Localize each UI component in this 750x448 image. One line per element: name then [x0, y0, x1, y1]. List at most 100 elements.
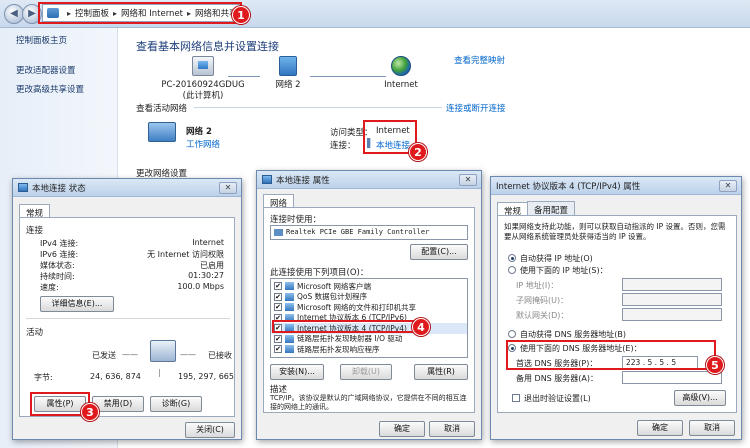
- configure-button[interactable]: 配置(C)...: [410, 244, 468, 260]
- ipv4-dialog-titlebar[interactable]: Internet 协议版本 4 (TCP/IPv4) 属性 ✕: [491, 177, 741, 195]
- description-text: TCP/IP。该协议是默认的广域网络协议，它提供在不同的相互连接的网络上的通讯。: [270, 394, 467, 411]
- network-name: 网络 2: [275, 80, 301, 90]
- list-item[interactable]: ✔ 链路层拓扑发现响应程序: [271, 344, 467, 355]
- radio-auto-dns[interactable]: [508, 330, 516, 338]
- properties-dialog-titlebar[interactable]: 本地连接 属性 ✕: [257, 171, 481, 189]
- list-item[interactable]: ✔ 链路层拓扑发现映射器 I/O 驱动: [271, 334, 467, 345]
- ipv6-value: 无 Internet 访问权限: [147, 250, 224, 259]
- validate-label: 退出时验证设置(L): [524, 394, 591, 403]
- details-button[interactable]: 详细信息(E)...: [40, 296, 114, 312]
- adapter-icon: [274, 228, 283, 236]
- ipv4-dialog-title: Internet 协议版本 4 (TCP/IPv4) 属性: [496, 181, 641, 192]
- ipv4-label: IPv4 连接:: [40, 239, 79, 248]
- close-icon[interactable]: ✕: [459, 174, 477, 186]
- divider: [26, 318, 230, 319]
- sent-line: ——: [122, 350, 138, 359]
- close-icon[interactable]: ✕: [219, 182, 237, 194]
- ipv4-intro-text: 如果网络支持此功能，则可以获取自动指派的 IP 设置。否则，您需要从网络系统管理…: [504, 222, 726, 241]
- media-state-label: 媒体状态:: [40, 261, 75, 270]
- active-network-name: 网络 2: [186, 127, 212, 137]
- checkbox-checked-icon[interactable]: ✔: [274, 292, 282, 301]
- properties-dialog-title: 本地连接 属性: [276, 175, 330, 186]
- ipv4-cancel-button[interactable]: 取消: [689, 420, 735, 436]
- network-bench-icon: [148, 122, 176, 142]
- checkbox-checked-icon[interactable]: ✔: [274, 303, 282, 312]
- checkbox-checked-icon[interactable]: ✔: [274, 282, 282, 291]
- list-item-label: Microsoft 网络的文件和打印机共享: [297, 302, 417, 312]
- status-dialog-titlebar[interactable]: 本地连接 状态 ✕: [13, 179, 241, 197]
- bytes-received-value: 195, 297, 665: [178, 372, 234, 381]
- subnet-mask-label: 子网掩码(U)：: [516, 296, 569, 305]
- disable-button[interactable]: 禁用(D): [92, 396, 144, 412]
- network-map: PC-20160924GDUG (此计算机) 网络 2 Internet: [118, 56, 750, 128]
- map-node-network[interactable]: 网络 2: [258, 56, 318, 91]
- item-properties-button[interactable]: 属性(R): [414, 364, 468, 380]
- duration-value: 01:30:27: [188, 271, 224, 280]
- list-item[interactable]: ✔ Microsoft 网络客户端: [271, 281, 467, 292]
- recv-line: ——: [180, 350, 196, 359]
- list-item-label: Microsoft 网络客户端: [297, 281, 372, 291]
- connection-group-label: 连接: [26, 226, 44, 236]
- list-item[interactable]: ✔ Microsoft 网络的文件和打印机共享: [271, 302, 467, 313]
- install-button[interactable]: 安装(N)...: [270, 364, 324, 380]
- status-close-button[interactable]: 关闭(C): [185, 422, 235, 438]
- checkbox-checked-icon[interactable]: ✔: [274, 345, 282, 354]
- callout-box-5: [506, 340, 716, 370]
- nav-change-advanced-sharing[interactable]: 更改高级共享设置: [16, 83, 117, 95]
- computer-icon: [192, 56, 214, 76]
- auto-dns-label: 自动获得 DNS 服务器地址(B): [520, 330, 627, 339]
- bytes-label: 字节:: [34, 373, 53, 382]
- map-link-line: [228, 76, 260, 77]
- callout-box-1: [38, 2, 242, 24]
- nav-control-panel-home[interactable]: 控制面板主页: [16, 34, 117, 46]
- diagnose-button[interactable]: 诊断(G): [150, 396, 202, 412]
- activity-divider: |: [158, 368, 161, 377]
- nav-change-adapter-settings[interactable]: 更改适配器设置: [16, 64, 117, 76]
- checkbox-checked-icon[interactable]: ✔: [274, 334, 282, 343]
- ipv4-dialog: Internet 协议版本 4 (TCP/IPv4) 属性 ✕ 常规 备用配置 …: [490, 176, 742, 440]
- status-dialog: 本地连接 状态 ✕ 常规 连接 IPv4 连接: Internet IPv6 连…: [12, 178, 242, 440]
- internet-label: Internet: [384, 80, 418, 90]
- advanced-button[interactable]: 高级(V)...: [674, 390, 726, 406]
- connect-using-label: 连接时使用：: [270, 215, 322, 225]
- ipv4-ok-button[interactable]: 确定: [637, 420, 683, 436]
- computer-sub: (此计算机): [182, 91, 224, 101]
- address-bar: ◀ ▶ ▸ 控制面板 ▸ 网络和 Internet ▸ 网络和共享中心 ▾ 1: [0, 0, 750, 28]
- activity-group-label: 活动: [26, 328, 44, 338]
- uninstall-button: 卸载(U): [340, 364, 392, 380]
- back-arrow-icon: ◀: [10, 8, 18, 19]
- list-item-label: 链路层拓扑发现映射器 I/O 驱动: [297, 334, 403, 344]
- map-node-internet[interactable]: Internet: [376, 56, 426, 91]
- list-item[interactable]: ✔ QoS 数据包计划程序: [271, 292, 467, 303]
- duration-label: 持续时间:: [40, 272, 75, 281]
- back-button[interactable]: ◀: [4, 4, 24, 24]
- properties-dialog: 本地连接 属性 ✕ 网络 连接时使用： Realtek PCIe GBE Fam…: [256, 170, 482, 440]
- properties-ok-button[interactable]: 确定: [379, 421, 425, 437]
- callout-badge-3: 3: [81, 403, 99, 421]
- callout-badge-1: 1: [232, 6, 250, 24]
- properties-panel: 连接时使用： Realtek PCIe GBE Family Controlle…: [263, 207, 475, 413]
- qos-icon: [285, 292, 294, 301]
- active-networks-header: 查看活动网络: [136, 104, 188, 114]
- map-node-computer[interactable]: PC-20160924GDUG (此计算机): [148, 56, 258, 102]
- radio-manual-ip[interactable]: [508, 266, 516, 274]
- connect-disconnect-link[interactable]: 连接或断开连接: [446, 102, 506, 114]
- radio-auto-ip[interactable]: [508, 254, 516, 262]
- validate-checkbox[interactable]: [512, 394, 520, 402]
- media-state-value: 已启用: [200, 261, 224, 270]
- status-panel: 连接 IPv4 连接: Internet IPv6 连接: 无 Internet…: [19, 217, 235, 417]
- close-icon[interactable]: ✕: [719, 180, 737, 192]
- alternate-dns-label: 备用 DNS 服务器(A)：: [516, 374, 599, 383]
- properties-cancel-button[interactable]: 取消: [429, 421, 475, 437]
- callout-badge-4: 4: [412, 318, 430, 336]
- ipv4-value: Internet: [192, 238, 224, 247]
- connection-icon: [18, 183, 28, 192]
- received-label: 已接收: [208, 351, 232, 360]
- divider: [194, 107, 442, 108]
- speed-value: 100.0 Mbps: [177, 282, 224, 291]
- network-type-link[interactable]: 工作网络: [186, 138, 220, 150]
- status-dialog-title: 本地连接 状态: [32, 183, 86, 194]
- manual-ip-label: 使用下面的 IP 地址(S)：: [520, 266, 608, 275]
- alternate-dns-field[interactable]: [622, 371, 722, 384]
- items-list-label: 此连接使用下列项目(O)：: [270, 268, 369, 278]
